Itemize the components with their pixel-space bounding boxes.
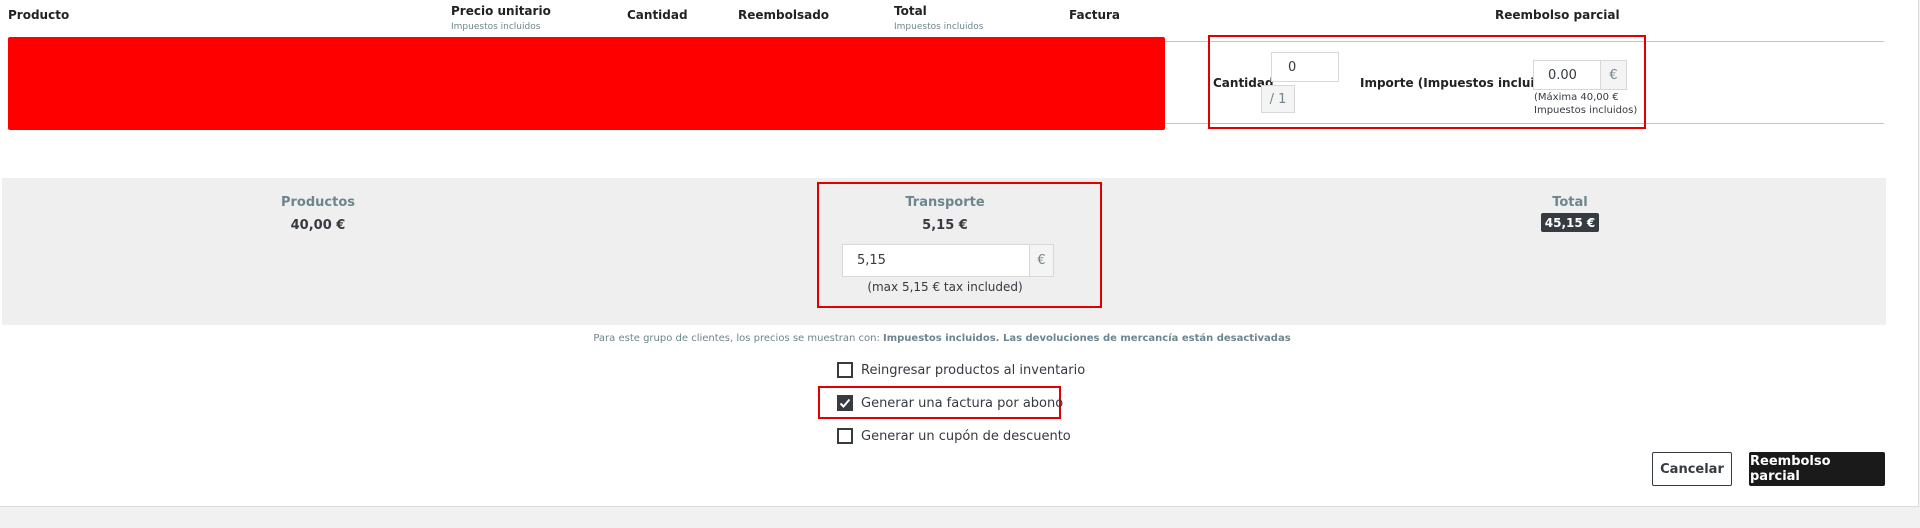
tax-note-separator: . [995,333,1003,344]
restock-checkbox[interactable] [837,362,853,378]
summary-total-badge: 45,15 € [1541,213,1599,232]
summary-products-label: Productos [280,195,356,210]
summary-total-label: Total [1552,195,1588,210]
redacted-product-row [8,37,1165,130]
voucher-checkbox[interactable] [837,428,853,444]
checkmark-icon [839,398,851,408]
refund-amount-input[interactable]: 0.00 [1533,60,1601,90]
refund-amount-hint-line1: (Máxima 40,00 € [1534,92,1619,103]
partial-refund-button[interactable]: Reembolso parcial [1749,452,1885,486]
refund-amount-hint-line2: Impuestos incluidos) [1534,105,1638,116]
refund-quantity-input[interactable]: 0 [1271,52,1339,82]
summary-products-value: 40,00 € [290,218,346,233]
header-unit-price: Precio unitario [451,4,551,18]
cancel-button[interactable]: Cancelar [1652,452,1732,486]
refund-quantity-max: / 1 [1261,85,1295,113]
refund-panel: Producto Precio unitario Impuestos inclu… [0,0,1919,507]
header-product: Producto [8,8,70,22]
tax-note: Para este grupo de clientes, los precios… [0,333,1884,344]
shipping-refund-input[interactable]: 5,15 [842,244,1030,277]
shipping-currency: € [1029,244,1054,277]
tax-note-prefix: Para este grupo de clientes, los precios… [593,333,883,344]
tax-note-tax-mode: Impuestos incluidos [883,333,996,344]
header-partial-refund: Reembolso parcial [1495,8,1620,22]
header-total: Total [894,4,927,18]
header-quantity: Cantidad [627,8,688,22]
header-refunded: Reembolsado [738,8,830,22]
refund-amount-currency: € [1600,60,1627,90]
credit-slip-checkbox[interactable] [837,395,853,411]
restock-label: Reingresar productos al inventario [861,363,1086,378]
summary-shipping-label: Transporte [905,195,985,210]
credit-slip-label: Generar una factura por abono [861,396,1064,411]
summary-shipping-value: 5,15 € [922,218,968,233]
header-total-sub: Impuestos incluidos [894,22,984,32]
header-invoice: Factura [1069,8,1120,22]
refund-amount-hint: (Máxima 40,00 € Impuestos incluidos) [1534,91,1637,117]
tax-note-returns: Las devoluciones de mercancía están desa… [1002,333,1291,344]
voucher-label: Generar un cupón de descuento [861,429,1071,444]
header-unit-price-sub: Impuestos incluidos [451,22,541,32]
shipping-hint: (max 5,15 € tax included) [867,280,1023,294]
